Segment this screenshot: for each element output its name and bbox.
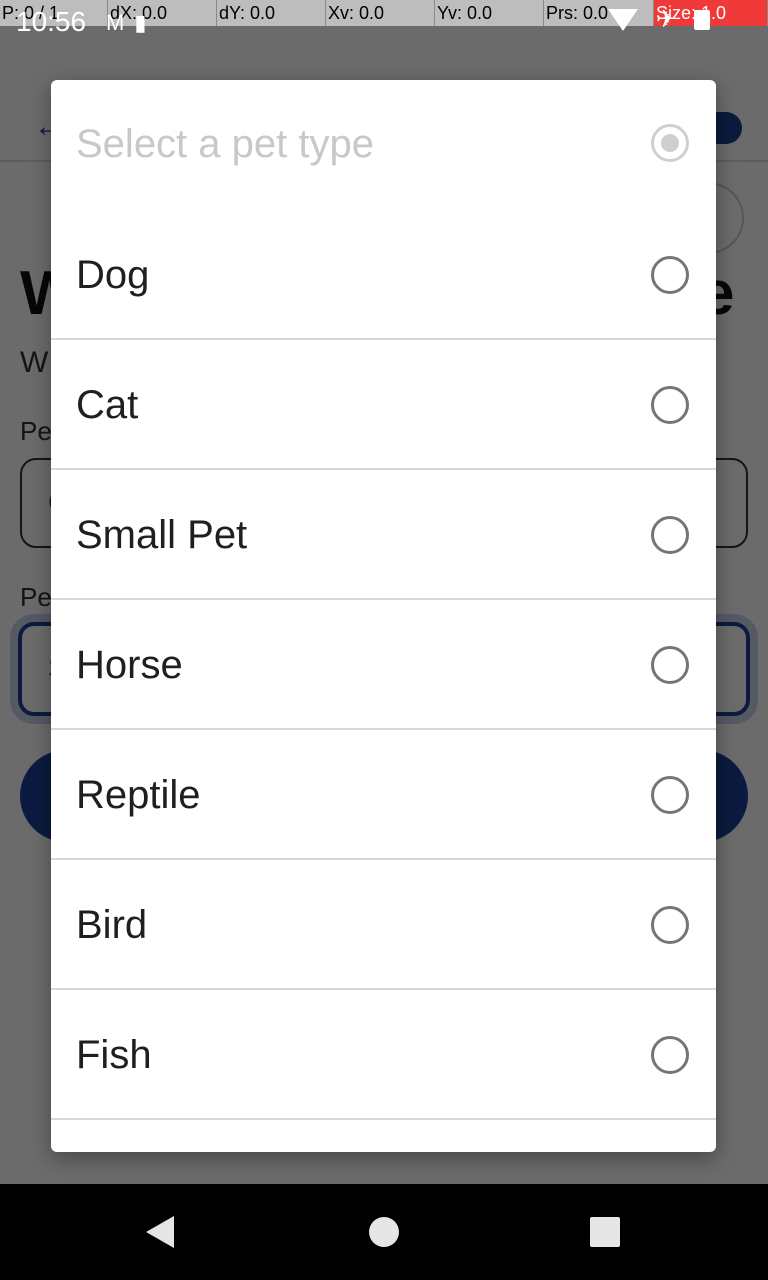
option-label: Dog [76,253,150,297]
airplane-icon: ✈ [656,6,677,33]
radio-icon[interactable] [651,1036,689,1074]
nav-home-icon[interactable] [369,1217,399,1247]
option-label: Horse [76,643,183,687]
option-cat[interactable]: Cat [51,340,716,470]
option-reptile[interactable]: Reptile [51,730,716,860]
option-bird[interactable]: Bird [51,860,716,990]
radio-icon[interactable] [651,386,689,424]
debug-xv: Xv: 0.0 [326,0,435,26]
option-small-pet[interactable]: Small Pet [51,470,716,600]
system-nav-bar [0,1184,768,1280]
divider [51,1118,716,1120]
option-label: Reptile [76,773,201,817]
option-label: Fish [76,1033,152,1077]
status-time: 10:56 [16,6,87,37]
radio-selected-icon [651,124,689,162]
dialog-title-option: Select a pet type [51,80,716,210]
nav-back-icon[interactable] [146,1216,174,1248]
pet-type-dialog: Select a pet type Dog Cat Small Pet Hors… [51,80,716,1152]
option-dog[interactable]: Dog [51,210,716,340]
nav-recents-icon[interactable] [590,1217,620,1247]
option-fish[interactable]: Fish [51,990,716,1120]
dialog-title: Select a pet type [76,122,374,166]
option-label: Cat [76,383,139,427]
notification-icons: M▮ [106,10,156,36]
radio-icon[interactable] [651,516,689,554]
gmail-icon: M [106,10,135,35]
radio-icon[interactable] [651,906,689,944]
radio-icon[interactable] [651,646,689,684]
wifi-icon [608,9,638,31]
radio-icon[interactable] [651,256,689,294]
debug-dy: dY: 0.0 [217,0,326,26]
system-icons: ✈ [608,6,711,33]
option-label: Small Pet [76,513,248,557]
option-label: Bird [76,903,148,947]
debug-yv: Yv: 0.0 [435,0,544,26]
battery-icon [694,10,711,30]
radio-icon[interactable] [651,776,689,814]
car-icon: ▮ [134,10,157,35]
option-horse[interactable]: Horse [51,600,716,730]
